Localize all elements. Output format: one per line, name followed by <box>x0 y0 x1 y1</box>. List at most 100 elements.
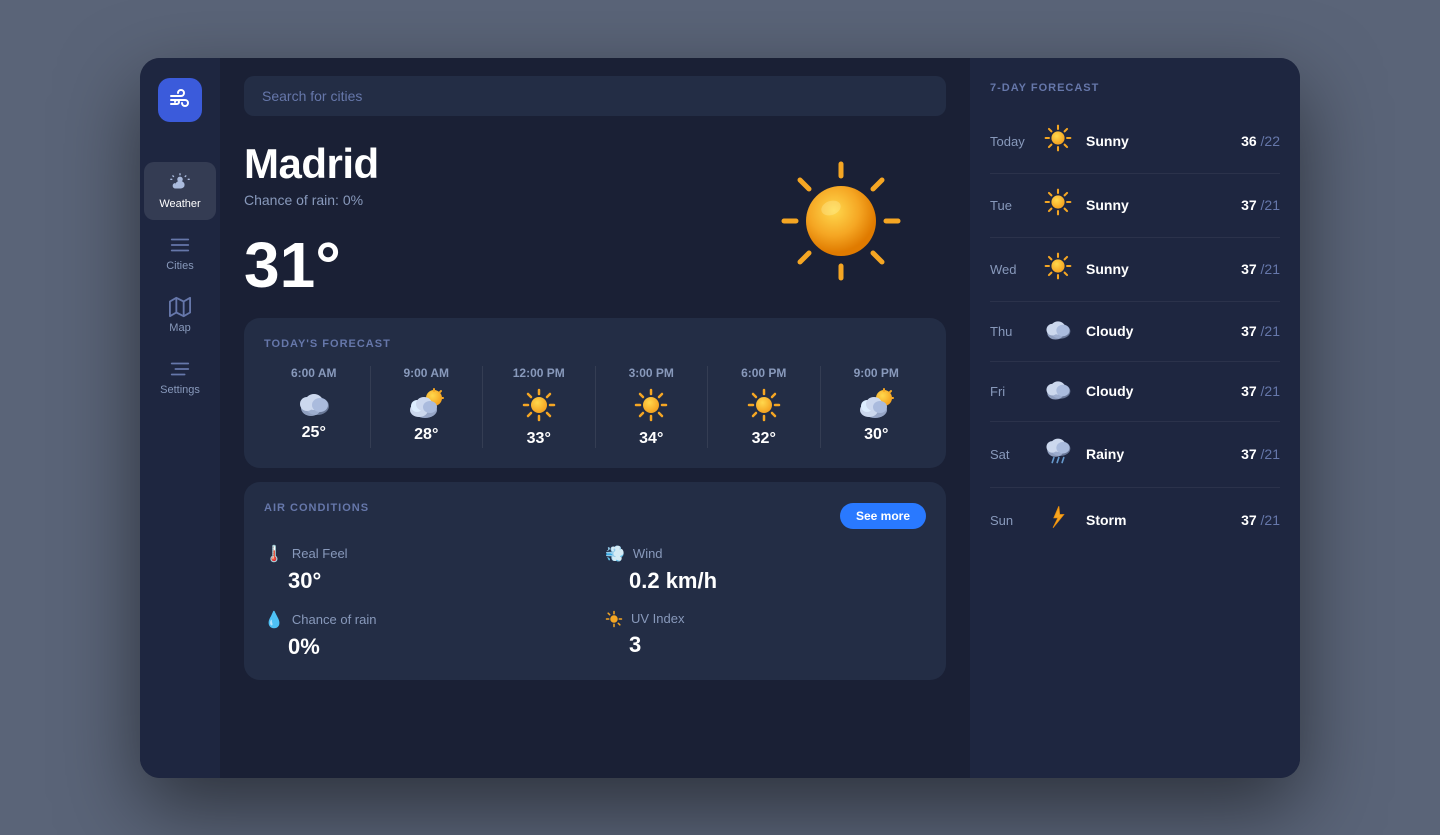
sunny-tue-icon <box>1044 188 1072 216</box>
day-icon-today <box>1038 124 1078 159</box>
uv-icon <box>605 610 623 628</box>
hourly-temp-1: 28° <box>414 426 438 444</box>
cloud-sun-icon-5 <box>857 388 895 418</box>
sidebar-item-settings[interactable]: Settings <box>144 348 216 406</box>
day-condition-wed: Sunny <box>1086 261 1241 277</box>
sidebar-label-map: Map <box>169 322 190 334</box>
air-item-uv: UV Index 3 <box>605 610 926 660</box>
day-icon-sat <box>1038 436 1078 473</box>
cloudy-thu-icon <box>1044 316 1072 340</box>
app-container: Weather Cities Map <box>140 58 1300 778</box>
thermometer-icon: 🌡️ <box>264 544 284 564</box>
air-value-wind: 0.2 km/h <box>629 568 926 594</box>
wind-icon <box>168 88 192 112</box>
map-icon <box>169 296 191 318</box>
hourly-temp-3: 34° <box>639 430 663 448</box>
hourly-time-5: 9:00 PM <box>854 366 899 380</box>
day-forecast-today: Today Sunny 36 /22 <box>990 110 1280 174</box>
sun-graphic <box>776 156 906 286</box>
cloud-icon-0 <box>297 388 331 416</box>
hourly-time-1: 9:00 AM <box>403 366 449 380</box>
hourly-item-5: 9:00 PM <box>827 366 927 448</box>
app-logo <box>158 78 202 122</box>
sunny-icon-3 <box>634 388 668 422</box>
today-forecast-panel: TODAY'S FORECAST 6:00 AM 25° <box>244 318 946 468</box>
main-content: Madrid Chance of rain: 0% 31° <box>220 58 970 778</box>
day-name-wed: Wed <box>990 262 1030 277</box>
day-forecast-wed: Wed Sunny 37 /21 <box>990 238 1280 302</box>
day-temps-fri: 37 /21 <box>1241 383 1280 399</box>
sidebar-item-cities[interactable]: Cities <box>144 224 216 282</box>
divider-1 <box>482 366 483 448</box>
air-item-wind: 💨 Wind 0.2 km/h <box>605 544 926 594</box>
day-forecast-list: Today Sunny 36 /22 <box>990 110 1280 553</box>
storm-sun-icon <box>1044 502 1072 532</box>
air-label-rain: Chance of rain <box>292 612 377 627</box>
sidebar-label-weather: Weather <box>159 198 200 210</box>
day-condition-tue: Sunny <box>1086 197 1241 213</box>
today-forecast-title: TODAY'S FORECAST <box>264 338 926 350</box>
day-forecast-thu: Thu Cloudy 37 /21 <box>990 302 1280 362</box>
cloud-sun-icon-1 <box>407 388 445 418</box>
settings-icon <box>169 358 191 380</box>
day-forecast-fri: Fri Cloudy 37 /21 <box>990 362 1280 422</box>
hourly-grid: 6:00 AM 25° 9:00 AM <box>264 366 926 448</box>
air-conditions-title: AIR CONDITIONS <box>264 502 369 514</box>
day-temps-wed: 37 /21 <box>1241 261 1280 277</box>
day-forecast-sun: Sun Storm 37 /21 <box>990 488 1280 553</box>
day-icon-fri <box>1038 376 1078 407</box>
hero-left: Madrid Chance of rain: 0% 31° <box>244 140 379 302</box>
hourly-time-4: 6:00 PM <box>741 366 786 380</box>
sidebar-item-weather[interactable]: Weather <box>144 162 216 220</box>
hourly-item-3: 3:00 PM <box>602 366 702 448</box>
hourly-temp-2: 33° <box>527 430 551 448</box>
air-label-wind: Wind <box>633 546 663 561</box>
divider-3 <box>707 366 708 448</box>
cloud-sun-icon <box>169 172 191 194</box>
air-conditions-grid: 🌡️ Real Feel 30° 💨 Wind 0.2 km/h <box>264 544 926 660</box>
air-item-rain: 💧 Chance of rain 0% <box>264 610 585 660</box>
sunny-icon-4 <box>747 388 781 422</box>
city-name: Madrid <box>244 140 379 188</box>
sunny-wed-icon <box>1044 252 1072 280</box>
sunny-day-icon <box>1044 124 1072 152</box>
day-condition-fri: Cloudy <box>1086 383 1241 399</box>
hourly-time-2: 12:00 PM <box>513 366 565 380</box>
hero-section: Madrid Chance of rain: 0% 31° <box>220 116 970 302</box>
day-name-tue: Tue <box>990 198 1030 213</box>
current-temperature: 31° <box>244 228 379 302</box>
sidebar-label-cities: Cities <box>166 260 194 272</box>
day-condition-thu: Cloudy <box>1086 323 1241 339</box>
hourly-time-3: 3:00 PM <box>629 366 674 380</box>
day-temps-tue: 37 /21 <box>1241 197 1280 213</box>
hourly-item-4: 6:00 PM <box>714 366 814 448</box>
sidebar-item-map[interactable]: Map <box>144 286 216 344</box>
hourly-temp-4: 32° <box>752 430 776 448</box>
divider-2 <box>595 366 596 448</box>
day-temps-today: 36 /22 <box>1241 133 1280 149</box>
day-name-sun: Sun <box>990 513 1030 528</box>
air-value-uv: 3 <box>629 632 926 658</box>
sidebar: Weather Cities Map <box>140 58 220 778</box>
hourly-item-1: 9:00 AM <box>377 366 477 448</box>
air-item-real-feel: 🌡️ Real Feel 30° <box>264 544 585 594</box>
wind-icon: 💨 <box>605 544 625 564</box>
hourly-item-0: 6:00 AM 25° <box>264 366 364 448</box>
divider-0 <box>370 366 371 448</box>
seven-day-forecast-panel: 7-DAY FORECAST Today <box>970 58 1300 778</box>
air-label-real-feel: Real Feel <box>292 546 348 561</box>
day-icon-thu <box>1038 316 1078 347</box>
day-condition-today: Sunny <box>1086 133 1241 149</box>
day-name-thu: Thu <box>990 324 1030 339</box>
see-more-button[interactable]: See more <box>840 503 926 529</box>
day-icon-tue <box>1038 188 1078 223</box>
cloudy-fri-icon <box>1044 376 1072 400</box>
day-name-fri: Fri <box>990 384 1030 399</box>
search-wrapper <box>220 58 970 116</box>
day-temps-thu: 37 /21 <box>1241 323 1280 339</box>
day-icon-sun <box>1038 502 1078 539</box>
search-input[interactable] <box>244 76 946 116</box>
sidebar-label-settings: Settings <box>160 384 200 396</box>
air-value-rain: 0% <box>288 634 585 660</box>
day-condition-sat: Rainy <box>1086 446 1241 462</box>
